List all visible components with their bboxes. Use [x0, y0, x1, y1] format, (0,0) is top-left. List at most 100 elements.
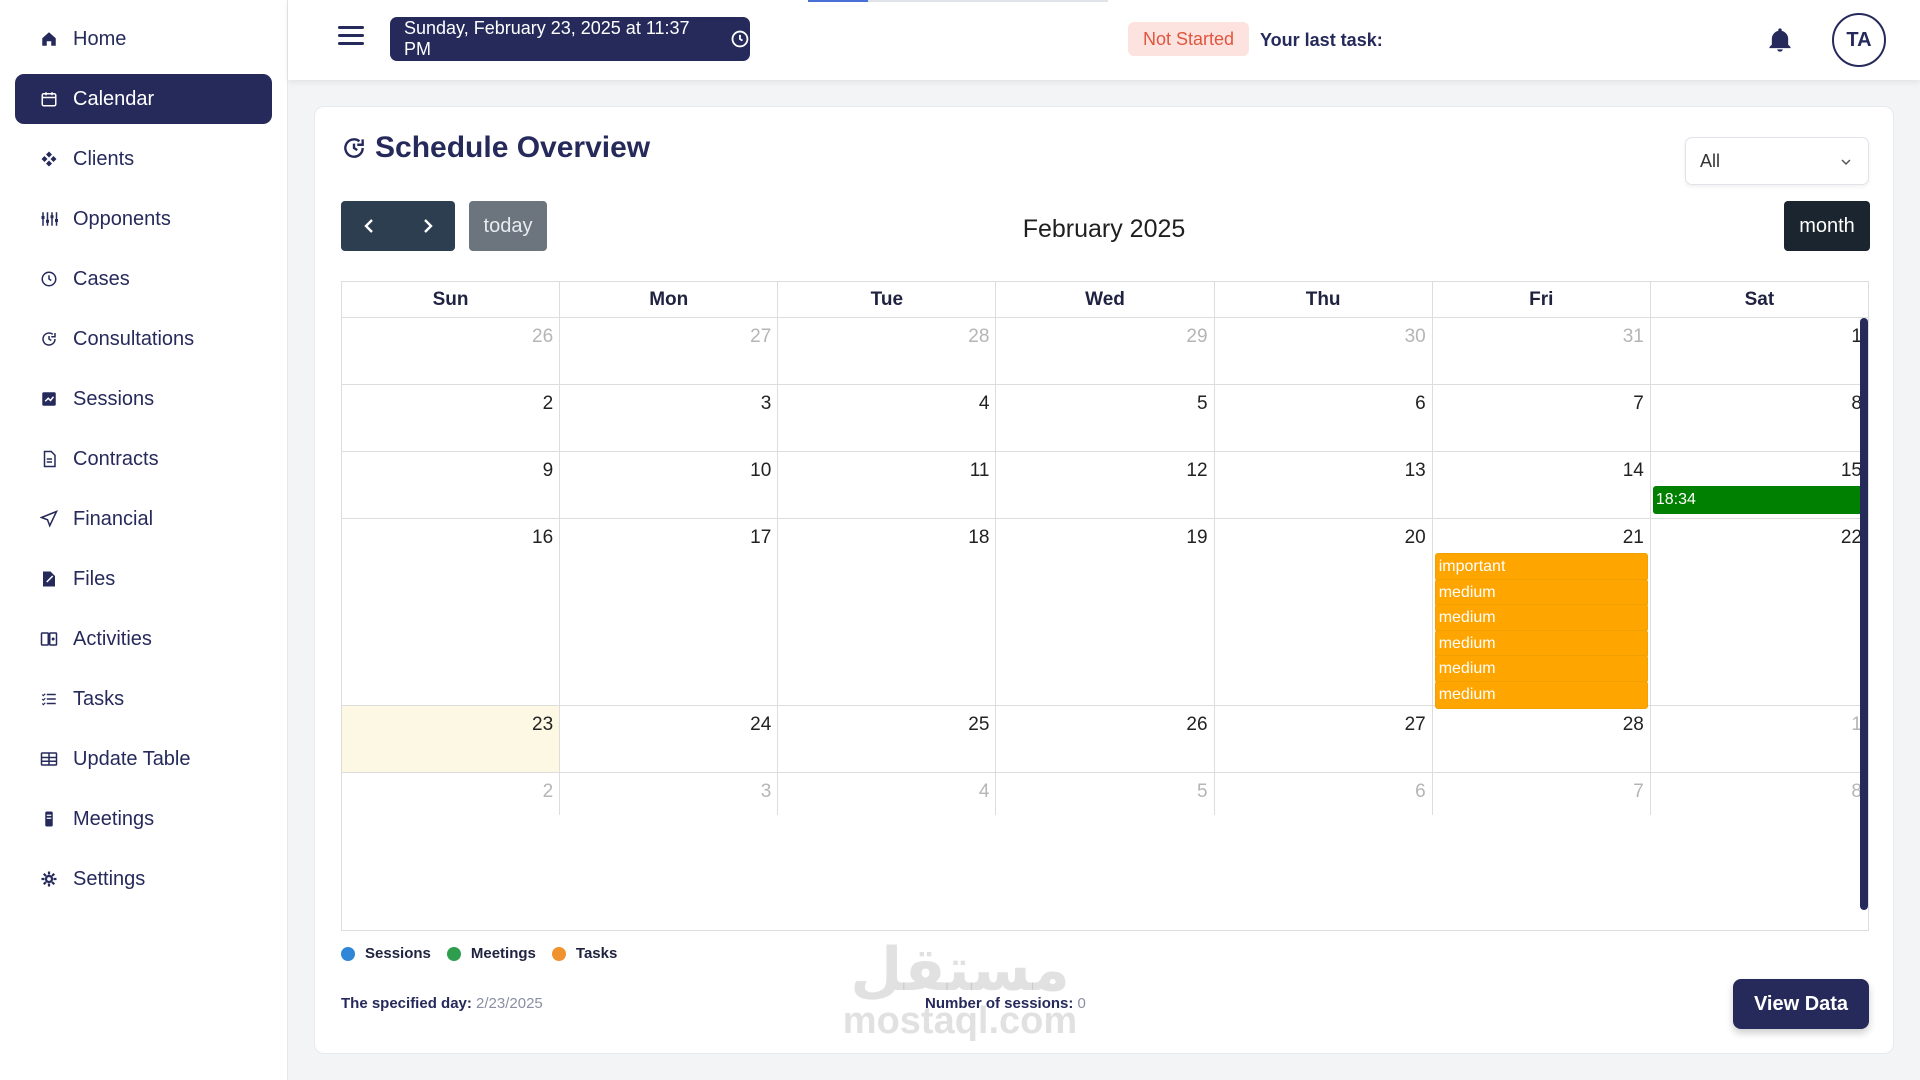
legend-item-sessions: Sessions — [341, 945, 431, 962]
calendar-event[interactable]: medium — [1434, 604, 1648, 632]
datetime-text: Sunday, February 23, 2025 at 11:37 PM — [404, 18, 690, 59]
sidebar-item-consultations[interactable]: Consultations — [15, 314, 272, 364]
calendar-day[interactable]: 29 — [996, 318, 1215, 384]
calendar-day[interactable]: 8 — [1651, 385, 1868, 451]
contracts-icon — [39, 449, 59, 469]
sidebar-item-label: Activities — [73, 627, 152, 650]
calendar-day[interactable]: 15 18:34 — [1651, 452, 1868, 518]
calendar-title: February 2025 — [1022, 215, 1186, 243]
calendar-day[interactable]: 11 — [778, 452, 997, 518]
calendar-day[interactable]: 5 — [996, 385, 1215, 451]
calendar-day[interactable]: 22 — [1651, 519, 1868, 705]
sidebar-item-update-table[interactable]: Update Table — [15, 734, 272, 784]
calendar-day[interactable]: 18 — [778, 519, 997, 705]
calendar-day[interactable]: 7 — [1433, 773, 1651, 815]
calendar-day[interactable]: 30 — [1215, 318, 1433, 384]
day-number: 11 — [969, 460, 990, 481]
avatar[interactable]: TA — [1832, 13, 1886, 67]
calendar-day[interactable]: 20 — [1215, 519, 1433, 705]
calendar-day[interactable]: 14 — [1433, 452, 1651, 518]
calendar-day[interactable]: 27 — [1215, 706, 1433, 772]
sidebar-item-files[interactable]: Files — [15, 554, 272, 604]
calendar-day[interactable]: 19 — [996, 519, 1215, 705]
sidebar-item-label: Calendar — [73, 87, 155, 110]
filter-select[interactable]: All — [1685, 137, 1869, 185]
sidebar-item-activities[interactable]: Activities — [15, 614, 272, 664]
calendar-event[interactable]: medium — [1434, 680, 1648, 709]
sidebar-item-financial[interactable]: Financial — [15, 494, 272, 544]
sidebar-item-settings[interactable]: Settings — [15, 854, 272, 904]
sidebar-item-label: Meetings — [73, 807, 155, 830]
calendar-day[interactable]: 7 — [1433, 385, 1651, 451]
calendar-day[interactable]: 5 — [996, 773, 1215, 815]
clients-icon — [39, 149, 59, 169]
day-number: 23 — [532, 714, 554, 735]
calendar-day[interactable]: 26 — [996, 706, 1215, 772]
calendar-event[interactable]: important — [1434, 553, 1648, 581]
calendar-icon — [39, 89, 59, 109]
calendar-day[interactable]: 6 — [1215, 385, 1433, 451]
calendar-day[interactable]: 16 — [342, 519, 561, 705]
calendar-scrollbar[interactable] — [1860, 318, 1868, 910]
gear-icon — [39, 869, 59, 889]
calendar-day[interactable]: 17 — [560, 519, 779, 705]
month-view-button[interactable]: month — [1784, 201, 1870, 251]
sidebar-item-label: Cases — [73, 267, 130, 290]
sidebar-item-label: Consultations — [73, 327, 195, 350]
calendar-day[interactable]: 26 — [342, 318, 561, 384]
calendar-day[interactable]: 3 — [560, 385, 779, 451]
sidebar-item-meetings[interactable]: Meetings — [15, 794, 272, 844]
bell-icon[interactable] — [1766, 26, 1794, 54]
day-number: 3 — [760, 781, 772, 802]
day-number: 25 — [968, 714, 990, 735]
sidebar-item-cases[interactable]: Cases — [15, 254, 272, 304]
sidebar-item-opponents[interactable]: Opponents — [15, 194, 272, 244]
sidebar-item-clients[interactable]: Clients — [15, 134, 272, 184]
calendar-event[interactable]: medium — [1434, 578, 1648, 607]
calendar-day[interactable]: 24 — [560, 706, 779, 772]
calendar-day[interactable]: 28 — [778, 318, 997, 384]
calendar-day[interactable]: 3 — [560, 773, 779, 815]
page-title: Schedule Overview — [341, 131, 650, 165]
menu-toggle-icon[interactable] — [338, 26, 364, 48]
sidebar-item-label: Home — [73, 27, 127, 50]
calendar-day[interactable]: 4 — [778, 773, 997, 815]
legend-label: Meetings — [470, 945, 536, 962]
calendar-day[interactable]: 28 — [1433, 706, 1651, 772]
calendar-day[interactable]: 2 — [342, 773, 561, 815]
cases-icon — [39, 269, 59, 289]
calendar-day[interactable]: 4 — [778, 385, 997, 451]
weekday-header: Wed — [996, 282, 1215, 317]
calendar-day[interactable]: 1 — [1651, 318, 1868, 384]
sidebar-item-sessions[interactable]: Sessions — [15, 374, 272, 424]
calendar-day[interactable]: 13 — [1215, 452, 1433, 518]
sidebar-item-label: Opponents — [73, 207, 171, 230]
calendar-event[interactable]: medium — [1434, 655, 1648, 683]
day-number: 10 — [750, 460, 772, 481]
calendar-day[interactable]: 1 — [1651, 706, 1868, 772]
sidebar-item-label: Update Table — [73, 747, 191, 770]
sidebar-item-contracts[interactable]: Contracts — [15, 434, 272, 484]
view-data-button[interactable]: View Data — [1733, 979, 1869, 1029]
calendar-day[interactable]: 21 important medium medium medium medium mediu… — [1433, 519, 1651, 709]
calendar-day[interactable]: 2 — [342, 385, 561, 451]
calendar-day[interactable]: 25 — [778, 706, 997, 772]
calendar-day[interactable]: 6 — [1215, 773, 1433, 815]
sidebar-item-tasks[interactable]: Tasks — [15, 674, 272, 724]
calendar-day[interactable]: 8 — [1651, 773, 1868, 815]
meetings-icon — [39, 809, 59, 829]
calendar-day[interactable]: 10 — [560, 452, 779, 518]
calendar-week-row: 26 27 28 29 30 31 1 — [342, 318, 1868, 385]
calendar-event[interactable]: 18:34 — [1652, 486, 1866, 514]
sidebar-item-home[interactable]: Home — [15, 14, 272, 64]
calendar-day-today[interactable]: 23 — [342, 706, 561, 772]
sidebar-item-calendar[interactable]: Calendar — [15, 74, 272, 124]
calendar-day[interactable]: 12 — [996, 452, 1215, 518]
calendar-day[interactable]: 27 — [560, 318, 779, 384]
day-number: 18 — [968, 527, 990, 548]
calendar-day[interactable]: 9 — [342, 452, 561, 518]
calendar-day[interactable]: 31 — [1433, 318, 1651, 384]
legend-dot — [446, 946, 461, 961]
sidebar-item-label: Clients — [73, 147, 135, 170]
calendar-event[interactable]: medium — [1434, 629, 1648, 658]
